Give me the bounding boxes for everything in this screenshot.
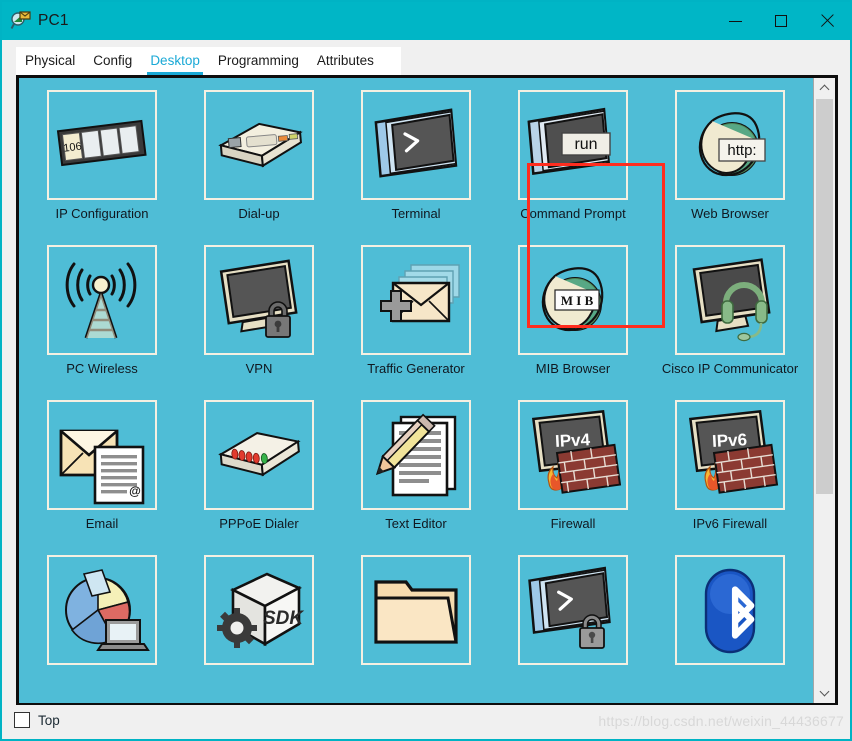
pppoe-dialer-icon[interactable] — [204, 400, 314, 510]
maximize-button[interactable] — [758, 2, 804, 40]
desktop-item-traffic-generator[interactable]: Traffic Generator — [338, 245, 495, 377]
tab-physical[interactable]: Physical — [16, 47, 84, 75]
tab-config[interactable]: Config — [84, 47, 141, 75]
tab-attributes[interactable]: Attributes — [308, 47, 383, 75]
desktop-item-label: Terminal — [391, 206, 441, 221]
desktop-item-firewall[interactable]: IPv4 Firewall — [495, 400, 652, 532]
desktop-item-label: Traffic Generator — [367, 361, 465, 376]
desktop-item-label: Email — [85, 516, 119, 531]
command-prompt-badge: run — [574, 136, 597, 153]
desktop-item-ip-configuration[interactable]: 106 IP Configuration — [24, 90, 181, 222]
ip-communicator-icon[interactable] — [675, 245, 785, 355]
watermark-text: https://blog.csdn.net/weixin_44436677 — [598, 713, 844, 729]
desktop-item-label: IPv6 Firewall — [692, 516, 768, 531]
desktop-item-sdk[interactable]: SDK — [181, 555, 338, 671]
minimize-icon — [728, 20, 742, 22]
firewall-icon[interactable]: IPv4 — [518, 400, 628, 510]
desktop-item-command-prompt[interactable]: run Command Prompt — [495, 90, 652, 222]
terminal-icon[interactable] — [361, 90, 471, 200]
traffic-generator-icon[interactable] — [361, 245, 471, 355]
ipv6-firewall-icon[interactable]: IPv6 — [675, 400, 785, 510]
text-editor-icon[interactable] — [361, 400, 471, 510]
desktop-item-label: VPN — [245, 361, 273, 376]
desktop-item-label: Cisco IP Communicator — [661, 361, 799, 376]
scroll-down-icon — [820, 688, 829, 697]
desktop-item-traffic-monitor[interactable] — [24, 555, 181, 671]
bluetooth-icon[interactable] — [675, 555, 785, 665]
desktop-item-pppoe-dialer[interactable]: PPPoE Dialer — [181, 400, 338, 532]
scrollbar-track[interactable] — [814, 99, 835, 682]
desktop-item-label: PC Wireless — [66, 361, 138, 376]
web-browser-badge: http: — [727, 142, 756, 159]
desktop-item-file-folder[interactable] — [338, 555, 495, 671]
desktop-item-label: Web Browser — [691, 206, 769, 221]
sdk-badge: SDK — [263, 608, 304, 629]
desktop-item-vpn[interactable]: VPN — [181, 245, 338, 377]
desktop-panel: 106 IP Configuration Dial-up Terminal ru… — [16, 75, 838, 706]
desktop-item-label: Text Editor — [385, 516, 447, 531]
desktop-item-label: MIB Browser — [535, 361, 611, 376]
top-checkbox-group[interactable]: Top — [14, 712, 60, 728]
svg-text:106: 106 — [63, 141, 83, 155]
maximize-icon — [775, 15, 787, 27]
scroll-up-button[interactable] — [814, 78, 835, 99]
ip-configuration-icon[interactable]: 106 — [47, 90, 157, 200]
mib-browser-icon[interactable]: M I B — [518, 245, 628, 355]
desktop-item-bluetooth[interactable] — [652, 555, 809, 671]
desktop-scroll-area: 106 IP Configuration Dial-up Terminal ru… — [19, 78, 813, 703]
file-folder-icon[interactable] — [361, 555, 471, 665]
desktop-item-email[interactable]: @ Email — [24, 400, 181, 532]
bottom-bar: Top https://blog.csdn.net/weixin_4443667… — [2, 705, 850, 739]
web-browser-icon[interactable]: http: — [675, 90, 785, 200]
desktop-item-label: Dial-up — [238, 206, 280, 221]
window-controls — [712, 2, 850, 40]
mib-browser-badge: M I B — [561, 293, 594, 308]
pc-wireless-icon[interactable] — [47, 245, 157, 355]
desktop-item-dial-up[interactable]: Dial-up — [181, 90, 338, 222]
desktop-item-cisco-ip-communicator[interactable]: Cisco IP Communicator — [652, 245, 809, 377]
desktop-item-label: Command Prompt — [520, 206, 626, 221]
scrollbar-thumb[interactable] — [816, 99, 833, 494]
sdk-icon[interactable]: SDK — [204, 555, 314, 665]
secure-terminal-icon[interactable] — [518, 555, 628, 665]
dial-up-modem-icon[interactable] — [204, 90, 314, 200]
desktop-icon-grid: 106 IP Configuration Dial-up Terminal ru… — [19, 78, 813, 671]
scroll-up-icon — [820, 84, 829, 93]
vpn-icon[interactable] — [204, 245, 314, 355]
tab-desktop[interactable]: Desktop — [141, 47, 209, 75]
desktop-item-label: PPPoE Dialer — [219, 516, 299, 531]
window-title: PC1 — [38, 12, 69, 29]
traffic-monitor-icon[interactable] — [47, 555, 157, 665]
top-checkbox-label: Top — [38, 712, 60, 728]
vertical-scrollbar[interactable] — [813, 78, 835, 703]
scroll-down-button[interactable] — [814, 682, 835, 703]
email-icon[interactable]: @ — [47, 400, 157, 510]
pc1-window: PC1 Physical Config Desktop Programming … — [0, 0, 852, 741]
ipv6-firewall-badge: IPv6 — [712, 430, 748, 451]
desktop-item-secure-terminal[interactable] — [495, 555, 652, 671]
top-checkbox[interactable] — [14, 712, 30, 728]
desktop-item-label: IP Configuration — [55, 206, 149, 221]
packet-tracer-device-icon — [10, 10, 32, 32]
desktop-item-mib-browser[interactable]: M I B MIB Browser — [495, 245, 652, 377]
desktop-item-web-browser[interactable]: http: Web Browser — [652, 90, 809, 222]
minimize-button[interactable] — [712, 2, 758, 40]
close-button[interactable] — [804, 2, 850, 40]
desktop-item-label: Firewall — [550, 516, 596, 531]
command-prompt-icon[interactable]: run — [518, 90, 628, 200]
desktop-item-terminal[interactable]: Terminal — [338, 90, 495, 222]
desktop-item-pc-wireless[interactable]: PC Wireless — [24, 245, 181, 377]
tab-programming[interactable]: Programming — [209, 47, 308, 75]
desktop-item-ipv6-firewall[interactable]: IPv6 IPv6 Firewall — [652, 400, 809, 532]
desktop-item-text-editor[interactable]: Text Editor — [338, 400, 495, 532]
email-badge: @ — [129, 484, 141, 498]
title-bar: PC1 — [2, 2, 850, 40]
close-icon — [820, 14, 834, 28]
firewall-badge: IPv4 — [555, 430, 591, 451]
tab-bar: Physical Config Desktop Programming Attr… — [16, 47, 401, 75]
